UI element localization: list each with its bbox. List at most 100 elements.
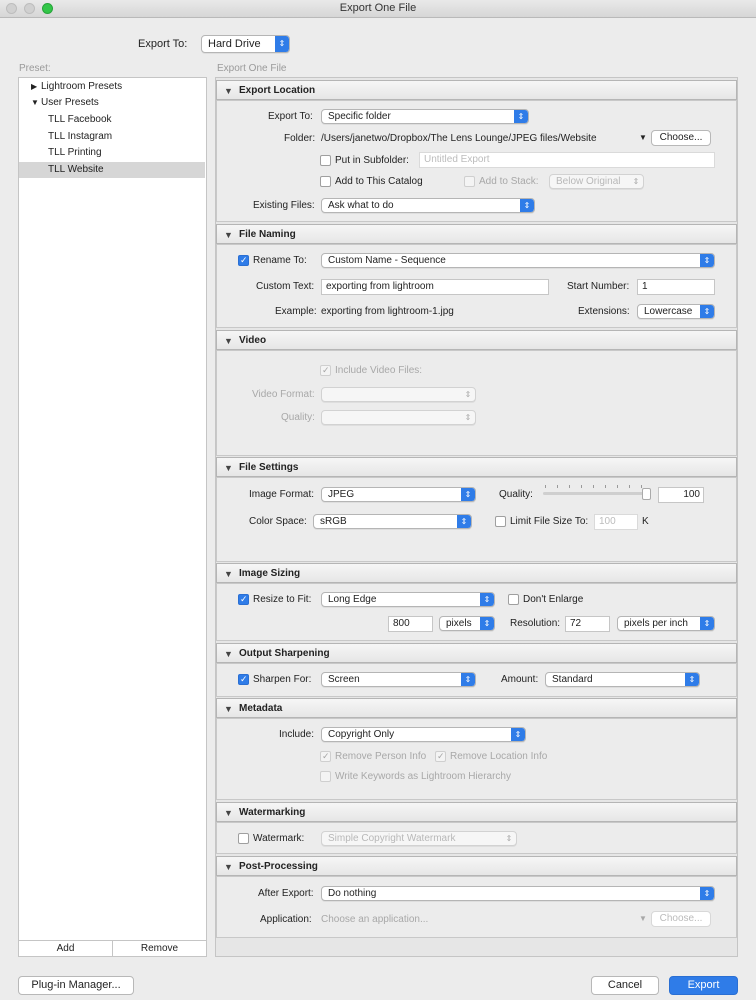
export-to-select[interactable]: Hard Drive ⇕ (201, 35, 290, 53)
add-to-stack-checkbox[interactable] (464, 176, 475, 187)
plugin-manager-button[interactable]: Plug-in Manager... (18, 976, 134, 995)
add-preset-button[interactable]: Add (19, 941, 113, 957)
disclosure-down-icon: ▼ (224, 862, 233, 872)
disclosure-right-icon: ▶ (31, 82, 38, 91)
post-processing-header[interactable]: ▼ Post-Processing (216, 856, 737, 876)
extensions-select[interactable]: Lowercase ⇕ (637, 304, 715, 319)
size-input[interactable]: 800 (388, 616, 433, 632)
output-sharpening-header[interactable]: ▼ Output Sharpening (216, 643, 737, 663)
after-export-select[interactable]: Do nothing ⇕ (321, 886, 715, 901)
existing-files-label: Existing Files: (253, 200, 315, 211)
size-unit-select[interactable]: pixels ⇕ (439, 616, 495, 631)
slider-tick (545, 485, 546, 488)
watermark-select[interactable]: Simple Copyright Watermark ⇕ (321, 831, 517, 846)
include-label: Include: (279, 729, 315, 740)
preset-group-label: Lightroom Presets (41, 81, 123, 92)
preset-group-label: User Presets (41, 97, 99, 108)
window-title: Export One File (339, 2, 417, 14)
start-number-input[interactable]: 1 (637, 279, 715, 295)
preset-item-label: TLL Website (48, 164, 104, 175)
custom-text-input[interactable]: exporting from lightroom (321, 279, 549, 295)
preset-item[interactable]: TLL Printing (19, 145, 205, 161)
chevron-updown-icon: ⇕ (700, 305, 714, 318)
quality-slider[interactable] (543, 485, 653, 501)
subfolder-input[interactable]: Untitled Export (419, 152, 715, 168)
include-video-checkbox[interactable] (320, 365, 331, 376)
image-format-select[interactable]: JPEG ⇕ (321, 487, 476, 502)
watermark-checkbox[interactable] (238, 833, 249, 844)
file-settings-header[interactable]: ▼ File Settings (216, 457, 737, 477)
stack-position-select[interactable]: Below Original ⇕ (549, 174, 644, 189)
chevron-updown-icon: ⇕ (505, 834, 513, 843)
export-to-folder-select[interactable]: Specific folder ⇕ (321, 109, 529, 124)
include-video-label: Include Video Files: (335, 365, 423, 376)
resolution-unit-select[interactable]: pixels per inch ⇕ (617, 616, 715, 631)
sharpen-for-checkbox[interactable] (238, 674, 249, 685)
chevron-updown-icon: ⇕ (514, 110, 528, 123)
rename-to-checkbox[interactable] (238, 255, 249, 266)
metadata-include-select[interactable]: Copyright Only ⇕ (321, 727, 526, 742)
remove-location-info-checkbox[interactable] (435, 751, 446, 762)
select-value: Screen (328, 674, 360, 685)
choose-application-button[interactable]: Choose... (651, 911, 711, 927)
color-space-select[interactable]: sRGB ⇕ (313, 514, 472, 529)
select-value: Standard (552, 674, 593, 685)
quality-label: Quality: (499, 489, 533, 500)
write-keywords-checkbox[interactable] (320, 771, 331, 782)
preset-item[interactable]: TLL Instagram (19, 129, 205, 145)
slider-tick (605, 485, 606, 488)
preset-item-selected[interactable]: TLL Website (19, 162, 205, 178)
video-format-select[interactable]: ⇕ (321, 387, 476, 402)
select-value: sRGB (320, 516, 347, 527)
select-value: Custom Name - Sequence (328, 255, 446, 266)
existing-files-select[interactable]: Ask what to do ⇕ (321, 198, 535, 213)
image-sizing-header[interactable]: ▼ Image Sizing (216, 563, 737, 583)
chevron-updown-icon: ⇕ (511, 728, 525, 741)
watermarking-header[interactable]: ▼ Watermarking (216, 802, 737, 822)
metadata-header[interactable]: ▼ Metadata (216, 698, 737, 718)
export-location-header[interactable]: ▼ Export Location (216, 80, 737, 100)
folder-label: Folder: (284, 133, 316, 144)
resize-to-fit-checkbox[interactable] (238, 594, 249, 605)
chevron-updown-icon: ⇕ (700, 254, 714, 267)
limit-file-size-checkbox[interactable] (495, 516, 506, 527)
resolution-input[interactable]: 72 (565, 616, 610, 632)
dont-enlarge-checkbox[interactable] (508, 594, 519, 605)
preset-group-user[interactable]: ▼ User Presets (19, 95, 205, 111)
export-button[interactable]: Export (669, 976, 738, 995)
add-to-catalog-checkbox[interactable] (320, 176, 331, 187)
limit-file-size-label: Limit File Size To: (510, 516, 589, 527)
choose-folder-button[interactable]: Choose... (651, 130, 711, 146)
remove-preset-button[interactable]: Remove (113, 941, 206, 957)
rename-template-select[interactable]: Custom Name - Sequence ⇕ (321, 253, 715, 268)
sharpen-for-select[interactable]: Screen ⇕ (321, 672, 476, 687)
preset-group-lightroom[interactable]: ▶ Lightroom Presets (19, 79, 205, 95)
slider-track (543, 492, 651, 495)
write-keywords-label: Write Keywords as Lightroom Hierarchy (335, 771, 511, 782)
remove-person-info-label: Remove Person Info (335, 751, 427, 762)
select-value: Copyright Only (328, 729, 395, 740)
file-naming-header[interactable]: ▼ File Naming (216, 224, 737, 244)
application-dropdown-icon[interactable]: ▼ (639, 914, 647, 923)
preset-item[interactable]: TLL Facebook (19, 112, 205, 128)
video-header[interactable]: ▼ Video (216, 330, 737, 350)
remove-person-info-checkbox[interactable] (320, 751, 331, 762)
chevron-updown-icon: ⇕ (457, 515, 471, 528)
amount-select[interactable]: Standard ⇕ (545, 672, 700, 687)
application-placeholder[interactable]: Choose an application... (321, 914, 428, 926)
folder-path: /Users/janetwo/Dropbox/The Lens Lounge/J… (321, 133, 597, 144)
video-quality-select[interactable]: ⇕ (321, 410, 476, 425)
resize-mode-select[interactable]: Long Edge ⇕ (321, 592, 495, 607)
disclosure-down-icon: ▼ (224, 230, 233, 240)
title-bar: Export One File (0, 0, 756, 18)
folder-dropdown-icon[interactable]: ▼ (639, 133, 647, 142)
put-in-subfolder-checkbox[interactable] (320, 155, 331, 166)
chevron-updown-icon: ⇕ (461, 673, 475, 686)
slider-thumb[interactable] (642, 488, 651, 500)
quality-input[interactable]: 100 (658, 487, 704, 503)
export-to-label: Export To: (138, 38, 188, 50)
limit-file-size-input[interactable]: 100 (594, 514, 638, 530)
preset-actions: Add Remove (19, 940, 206, 957)
select-value: Ask what to do (328, 200, 394, 211)
cancel-button[interactable]: Cancel (591, 976, 659, 995)
